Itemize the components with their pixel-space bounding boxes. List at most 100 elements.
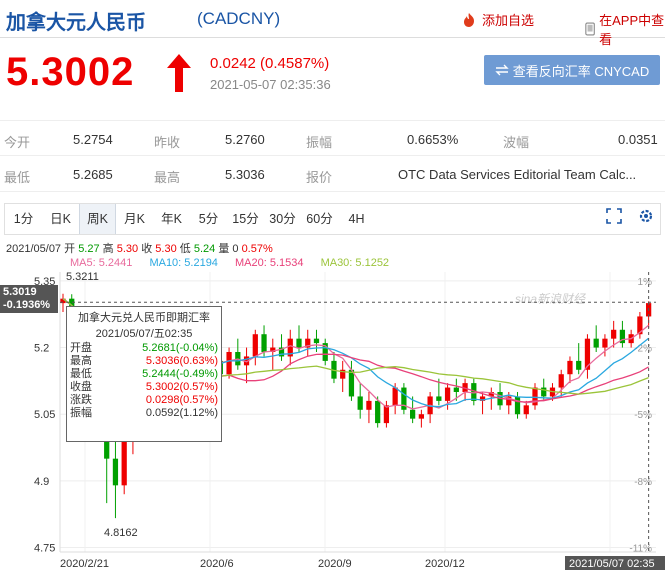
- fullscreen-icon[interactable]: [606, 208, 622, 224]
- candle-body: [444, 387, 451, 401]
- y-tick-label: 5.05: [34, 409, 55, 421]
- candle-body: [436, 396, 442, 401]
- pct-tick-label: -5%: [634, 410, 652, 421]
- tooltip-row: 开盘 5.2681(-0.04%): [70, 342, 218, 355]
- stat-label: 昨收: [154, 135, 181, 150]
- add-watchlist-label: 添加自选: [482, 13, 535, 28]
- info-low-label: 低: [179, 243, 191, 255]
- stat-value: 5.3036: [225, 167, 265, 182]
- candle-info-line: 2021/05/07 开 5.27 高 5.30 收 5.30 低 5.24 量…: [6, 240, 273, 256]
- candle-body: [261, 334, 267, 352]
- stat-label: 振幅: [306, 135, 333, 150]
- tab-1min[interactable]: 1分: [5, 204, 42, 234]
- y-tick-label: 5.2: [34, 343, 49, 355]
- candle-body: [567, 360, 573, 375]
- cursor-pct: -0.1936%: [3, 299, 51, 311]
- tooltip-value: 5.3002(0.57%): [145, 381, 218, 393]
- reverse-rate-button[interactable]: 查看反向汇率 CNYCAD: [484, 55, 660, 85]
- stat-value: 5.2754: [73, 132, 113, 147]
- candle-body: [593, 338, 599, 348]
- candle-body: [313, 338, 320, 344]
- candle-body: [366, 400, 372, 410]
- candle-body: [392, 387, 398, 406]
- stat-value: 0.6653%: [407, 132, 459, 147]
- stat-value: 0.0351: [618, 132, 658, 147]
- period-tabs: 1分 日K 周K 月K 年K 5分 15分 30分 60分 4H: [4, 203, 661, 235]
- phone-icon: [585, 22, 595, 36]
- tooltip-date: 2021/05/07/五02:35: [95, 328, 193, 340]
- info-low: 5.24: [193, 243, 216, 255]
- stats-row: 今开 5.2754 昨收 5.2760 振幅 0.6653% 波幅 0.0351: [0, 120, 665, 156]
- x-tick-label: 2021/05/07 02:35: [569, 558, 655, 570]
- tooltip-key: 振幅: [70, 407, 92, 419]
- watermark: sina新浪财经: [515, 292, 587, 306]
- up-arrow-icon: [165, 52, 193, 99]
- max-label: 5.3211: [66, 271, 99, 283]
- add-watchlist-button[interactable]: 添加自选: [460, 10, 534, 29]
- tooltip-key: 最高: [70, 355, 92, 367]
- candle-body: [576, 360, 582, 370]
- tooltip-row: 最低 5.2444(-0.49%): [70, 368, 218, 381]
- tab-60min[interactable]: 60分: [301, 204, 338, 234]
- candle-body: [410, 409, 416, 419]
- tab-daily[interactable]: 日K: [42, 204, 79, 234]
- stat-label: 报价: [306, 170, 333, 185]
- tooltip-value: 0.0592(1.12%): [145, 407, 218, 419]
- tab-30min[interactable]: 30分: [264, 204, 301, 234]
- tooltip-value: 5.3036(0.63%): [145, 355, 218, 367]
- y-tick-label: 4.9: [34, 476, 49, 488]
- tooltip-value: 5.2681(-0.04%): [142, 342, 218, 354]
- stats-row: 最低 5.2685 最高 5.3036 报价 OTC Data Services…: [0, 156, 665, 192]
- candle-body: [453, 387, 459, 392]
- stat-label: 最低: [4, 170, 31, 185]
- tooltip-row: 涨跌 0.0298(0.57%): [70, 394, 218, 407]
- candle-body: [532, 387, 538, 406]
- tab-weekly[interactable]: 周K: [79, 204, 116, 234]
- tab-4h[interactable]: 4H: [338, 204, 375, 234]
- x-tick-label: 2020/6: [200, 558, 234, 570]
- tooltip-row: 振幅 0.0592(1.12%): [70, 407, 218, 420]
- tooltip-row: 最高 5.3036(0.63%): [70, 355, 218, 368]
- tooltip-row: 收盘 5.3002(0.57%): [70, 381, 218, 394]
- view-in-app-button[interactable]: 在APP中查看: [585, 10, 665, 48]
- candle-body: [383, 405, 390, 424]
- tab-monthly[interactable]: 月K: [116, 204, 153, 234]
- candle-body: [226, 352, 232, 375]
- x-tick-label: 2020/2/21: [60, 558, 109, 570]
- info-open: 5.27: [78, 243, 100, 255]
- settings-icon[interactable]: [638, 208, 654, 224]
- candle-body: [375, 400, 381, 424]
- swap-icon: [495, 64, 509, 76]
- tooltip-value: 5.2444(-0.49%): [142, 368, 218, 380]
- candle-tooltip: 加拿大元兑人民币即期汇率 2021/05/07/五02:35 开盘 5.2681(…: [66, 306, 222, 442]
- info-vol: 0: [232, 243, 239, 255]
- cursor-price: 5.3019: [3, 286, 37, 298]
- currency-code: (CADCNY): [197, 9, 281, 28]
- pct-tick-label: -8%: [634, 477, 652, 488]
- page-title: 加拿大元人民币: [6, 12, 146, 34]
- tab-15min[interactable]: 15分: [227, 204, 264, 234]
- stat-value: OTC Data Services Editorial Team Calc...: [398, 167, 637, 182]
- reverse-rate-label: 查看反向汇率 CNYCAD: [512, 63, 650, 79]
- min-label: 4.8162: [104, 527, 138, 539]
- price-change: 0.0242 (0.4587%): [210, 55, 330, 72]
- tooltip-key: 涨跌: [70, 394, 92, 406]
- y-tick-label: 4.75: [34, 543, 55, 555]
- pct-tick-label: -2%: [634, 344, 652, 355]
- candle-body: [602, 338, 608, 348]
- tooltip-title: 加拿大元兑人民币即期汇率: [78, 312, 210, 324]
- quote-time: 2021-05-07 02:35:36: [210, 77, 331, 92]
- flame-icon: [464, 12, 474, 27]
- info-pct: 0.57%: [241, 243, 273, 255]
- candle-body: [112, 458, 119, 486]
- pct-tick-label: 1%: [638, 277, 653, 288]
- tooltip-key: 开盘: [70, 342, 92, 354]
- candle-body: [558, 374, 564, 388]
- tab-yearly[interactable]: 年K: [153, 204, 190, 234]
- cursor-price-badge: 5.3019 -0.1936%: [0, 285, 58, 313]
- tab-5min[interactable]: 5分: [190, 204, 227, 234]
- info-date: 2021/05/07: [6, 243, 62, 255]
- info-high: 5.30: [116, 243, 139, 255]
- info-close-label: 收: [141, 243, 153, 255]
- current-price: 5.3002: [6, 50, 135, 94]
